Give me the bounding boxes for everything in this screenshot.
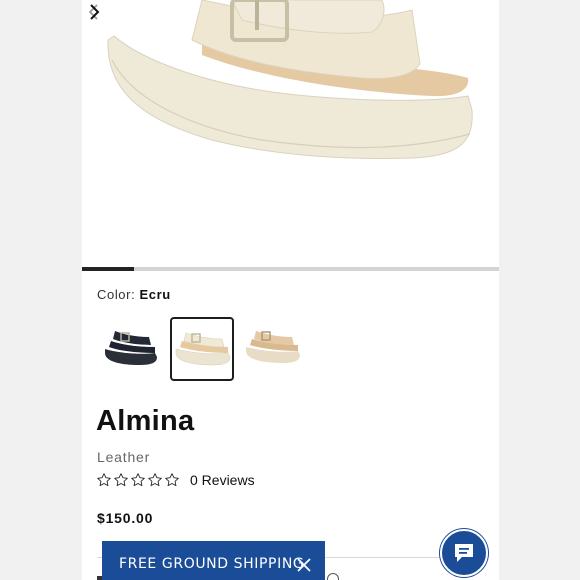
color-swatch-ecru[interactable] xyxy=(170,317,234,381)
rating-row: 0 Reviews xyxy=(96,471,255,489)
chevron-right-icon[interactable] xyxy=(82,0,106,24)
shipping-banner-text: FREE GROUND SHIPPING xyxy=(119,556,305,572)
gallery-progress-fill xyxy=(82,267,135,271)
black-sandal-thumbnail xyxy=(105,331,157,365)
star-icon xyxy=(131,473,145,487)
tan-sandal-thumbnail xyxy=(246,331,300,363)
color-swatch-tan[interactable] xyxy=(242,317,306,381)
star-icon xyxy=(148,473,162,487)
product-page: Color: Ecru Almina Leather 0 Reviews $15… xyxy=(82,0,499,580)
gallery-progress-bar xyxy=(82,267,499,271)
chat-bubble-icon xyxy=(455,544,473,562)
color-swatch-black[interactable] xyxy=(99,317,163,381)
product-image-gallery[interactable] xyxy=(82,0,499,267)
star-icon xyxy=(114,473,128,487)
product-material: Leather xyxy=(97,449,151,465)
reviews-link[interactable]: 0 Reviews xyxy=(190,472,255,488)
color-selection-label: Color: Ecru xyxy=(97,287,171,302)
chat-button[interactable] xyxy=(440,529,488,577)
info-icon xyxy=(327,573,339,580)
star-icon xyxy=(97,473,111,487)
ecru-sandal-thumbnail xyxy=(175,332,231,366)
product-image xyxy=(107,0,473,159)
product-title: Almina xyxy=(96,405,195,437)
color-value: Ecru xyxy=(139,287,171,302)
free-shipping-banner[interactable]: FREE GROUND SHIPPING xyxy=(102,541,325,580)
product-price: $150.00 xyxy=(97,510,154,526)
star-rating xyxy=(96,472,180,488)
close-icon[interactable] xyxy=(296,557,312,573)
color-label: Color: xyxy=(97,287,136,302)
star-icon xyxy=(165,473,179,487)
